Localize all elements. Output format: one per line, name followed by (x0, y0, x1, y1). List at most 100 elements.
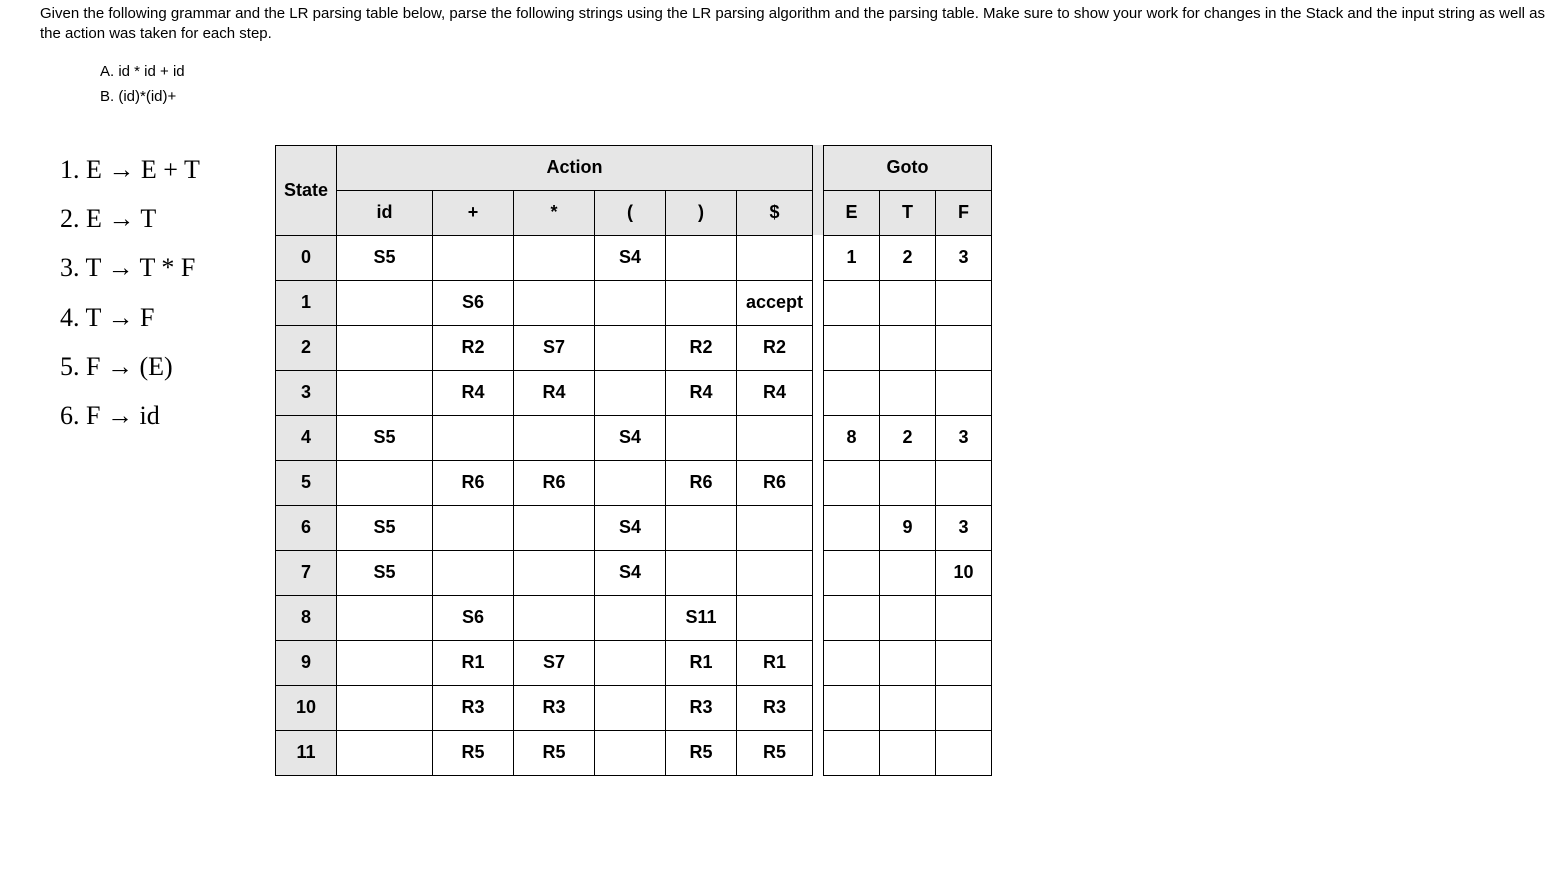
cell (337, 325, 433, 370)
cell (666, 415, 737, 460)
cell (337, 595, 433, 640)
cell: S4 (595, 235, 666, 280)
cell: R3 (514, 685, 595, 730)
cell: R6 (433, 460, 514, 505)
cell: S7 (514, 640, 595, 685)
col-E: E (824, 190, 880, 235)
cell (880, 370, 936, 415)
cell (595, 370, 666, 415)
gap-cell (813, 280, 824, 325)
cell (824, 325, 880, 370)
col-dollar: $ (737, 190, 813, 235)
cell (824, 460, 880, 505)
grammar-rule: 4. T → F (60, 293, 255, 342)
cell (595, 325, 666, 370)
cell (337, 685, 433, 730)
cell: 10 (936, 550, 992, 595)
cell (824, 505, 880, 550)
cell (880, 595, 936, 640)
cell: 2 (880, 415, 936, 460)
cell: 1 (824, 235, 880, 280)
cell: 3 (936, 505, 992, 550)
cell (936, 280, 992, 325)
cell (880, 730, 936, 775)
state-cell: 0 (276, 235, 337, 280)
state-cell: 1 (276, 280, 337, 325)
cell: R1 (433, 640, 514, 685)
table-gap (813, 145, 824, 235)
cell (595, 595, 666, 640)
lr-parse-table: State Action Goto id + * ( ) $ E T F 0S5… (275, 145, 992, 776)
gap-cell (813, 235, 824, 280)
grammar-rule: 2. E → T (60, 194, 255, 243)
col-plus: + (433, 190, 514, 235)
cell: R5 (514, 730, 595, 775)
col-star: * (514, 190, 595, 235)
grammar-rule: 3. T → T * F (60, 243, 255, 292)
cell: R5 (737, 730, 813, 775)
cell (433, 235, 514, 280)
cell (824, 595, 880, 640)
gap-cell (813, 460, 824, 505)
cell: R3 (666, 685, 737, 730)
cell: R6 (514, 460, 595, 505)
cell: S4 (595, 550, 666, 595)
cell (880, 280, 936, 325)
cell: R2 (737, 325, 813, 370)
table-row: 4S5S4823 (276, 415, 992, 460)
cell: S5 (337, 550, 433, 595)
state-cell: 2 (276, 325, 337, 370)
grammar-rule: 5. F → (E) (60, 342, 255, 391)
cell: 3 (936, 415, 992, 460)
state-cell: 11 (276, 730, 337, 775)
cell (880, 460, 936, 505)
cell: S6 (433, 595, 514, 640)
option-list: A. id * id + id B. (id)*(id)+ (100, 63, 1555, 105)
cell (936, 685, 992, 730)
grammar-rule: 1. E → E + T (60, 145, 255, 194)
state-cell: 10 (276, 685, 337, 730)
cell (737, 595, 813, 640)
cell (824, 730, 880, 775)
cell: S11 (666, 595, 737, 640)
gap-cell (813, 550, 824, 595)
group-action: Action (337, 145, 813, 190)
cell (737, 505, 813, 550)
col-rparen: ) (666, 190, 737, 235)
cell (737, 550, 813, 595)
cell (824, 550, 880, 595)
gap-cell (813, 685, 824, 730)
state-cell: 3 (276, 370, 337, 415)
cell (936, 595, 992, 640)
cell: R5 (433, 730, 514, 775)
cell (666, 550, 737, 595)
cell: S7 (514, 325, 595, 370)
option-b: B. (id)*(id)+ (100, 88, 1555, 105)
table-row: 8S6S11 (276, 595, 992, 640)
cell: S6 (433, 280, 514, 325)
table-row: 1S6accept (276, 280, 992, 325)
cell (433, 550, 514, 595)
cell (514, 235, 595, 280)
state-cell: 5 (276, 460, 337, 505)
cell (433, 505, 514, 550)
cell: R1 (666, 640, 737, 685)
cell: R6 (737, 460, 813, 505)
option-a: A. id * id + id (100, 63, 1555, 80)
group-goto: Goto (824, 145, 992, 190)
gap-cell (813, 370, 824, 415)
table-row: 6S5S493 (276, 505, 992, 550)
cell (337, 280, 433, 325)
cell (880, 685, 936, 730)
cell (337, 730, 433, 775)
gap-cell (813, 640, 824, 685)
cell (337, 640, 433, 685)
cell: 8 (824, 415, 880, 460)
cell: S4 (595, 505, 666, 550)
table-row: 11R5R5R5R5 (276, 730, 992, 775)
table-row: 9R1S7R1R1 (276, 640, 992, 685)
cell (514, 415, 595, 460)
gap-cell (813, 505, 824, 550)
table-row: 3R4R4R4R4 (276, 370, 992, 415)
cell (595, 730, 666, 775)
